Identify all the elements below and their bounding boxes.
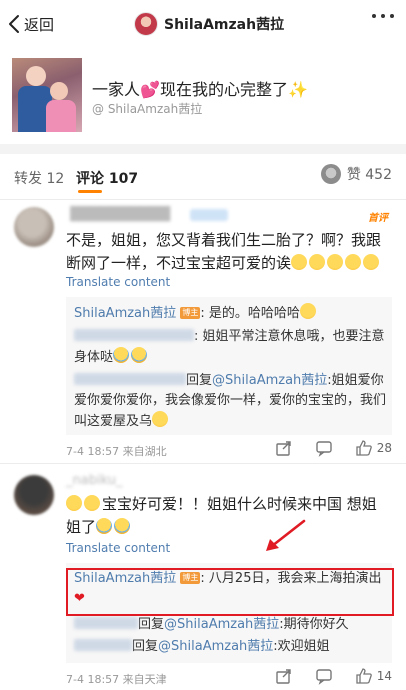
comment-tabs: 转发 12 评论 107 赞 452 — [0, 154, 406, 200]
share-icon — [276, 669, 291, 684]
comment-icon — [316, 669, 332, 685]
reply-author-blurred[interactable] — [74, 617, 138, 629]
post-card[interactable]: 一家人💕现在我的心完整了✨ @ ShilaAmzah茜拉 — [0, 48, 406, 144]
heart-eyes-emoji-icon — [84, 495, 100, 511]
cry-emoji-icon — [96, 518, 113, 534]
post-author: @ ShilaAmzah茜拉 — [92, 102, 203, 116]
share-button[interactable] — [275, 439, 293, 457]
reply-button[interactable] — [315, 667, 333, 685]
reply-item[interactable]: ShilaAmzah茜拉 博主: 是的。哈哈哈哈 — [74, 303, 388, 324]
laugh-emoji-icon — [309, 254, 326, 270]
reply-author-blurred[interactable] — [74, 329, 194, 341]
annotation-arrow-icon — [266, 519, 306, 551]
cry-emoji-icon — [113, 347, 130, 363]
post-text-prefix: 一家人 — [92, 80, 141, 99]
nav-profile[interactable]: ShilaAmzah茜拉 — [134, 10, 284, 38]
thumbs-up-icon — [356, 440, 372, 456]
comment-actions: 14 — [275, 667, 392, 685]
mention-link[interactable]: @ShilaAmzah茜拉 — [212, 373, 327, 388]
post-text: 一家人💕现在我的心完整了✨ — [92, 76, 308, 100]
post-thumbnail[interactable] — [12, 58, 82, 132]
heart-icon: 💕 — [140, 80, 160, 99]
back-label: 返回 — [24, 15, 55, 34]
translate-link[interactable]: Translate content — [66, 541, 170, 555]
reply-item[interactable]: 回复@ShilaAmzah茜拉:期待你好久 — [74, 615, 388, 635]
comment-text: 不是，姐姐，您又背着我们生二胎了？啊？我跟断网了一样，不过宝宝超可爱的诶 — [66, 231, 382, 272]
reply-item[interactable]: 回复@ShilaAmzah茜拉:欢迎姐姐 — [74, 637, 388, 657]
back-button[interactable]: 返回 — [8, 10, 54, 38]
translate-link[interactable]: Translate content — [66, 275, 170, 289]
laugh-emoji-icon — [327, 254, 344, 270]
mention-link[interactable]: @ShilaAmzah茜拉 — [164, 617, 279, 632]
post-text-middle: 现在我的心完整了 — [159, 80, 288, 99]
avatar[interactable] — [134, 12, 158, 36]
share-icon — [276, 441, 291, 456]
sparkles-icon: ✨ — [287, 80, 308, 99]
section-divider — [0, 144, 406, 154]
reply-thread[interactable]: ShilaAmzah茜拉 博主: 是的。哈哈哈哈 : 姐姐平常注意休息哦，也要注… — [66, 297, 392, 435]
avatar[interactable] — [14, 207, 54, 247]
cry-emoji-icon — [114, 518, 131, 534]
like-button[interactable]: 28 — [355, 439, 392, 457]
laugh-emoji-icon — [345, 254, 362, 270]
reply-item[interactable]: 回复@ShilaAmzah茜拉:姐姐爱你爱你爱你爱你，我会像爱你一样，爱你的宝宝… — [74, 371, 388, 432]
tab-comments[interactable]: 评论 107 — [76, 168, 138, 188]
more-options-icon[interactable] — [372, 14, 394, 18]
commenter-name-blurred[interactable]: ██████████ — [66, 207, 170, 222]
comment-text: 宝宝好可爱！！姐姐什么时候来中国 想姐姐了 — [66, 495, 377, 536]
reply-author-blurred[interactable] — [74, 639, 132, 651]
heart-eyes-emoji-icon — [66, 495, 82, 511]
laugh-emoji-icon — [299, 303, 316, 319]
reply-button[interactable] — [315, 439, 333, 457]
comment-item[interactable]: ██████████ 首评 不是，姐姐，您又背着我们生二胎了？啊？我跟断网了一样… — [0, 201, 406, 464]
first-comment-badge: 首评 — [368, 213, 388, 224]
tab-forward[interactable]: 转发 12 — [14, 168, 64, 188]
laugh-emoji-icon — [363, 254, 380, 270]
laugh-emoji-icon — [152, 411, 169, 427]
reply-item[interactable]: : 姐姐平常注意休息哦，也要注意身体哒 — [74, 327, 388, 368]
like-button[interactable]: 14 — [355, 667, 392, 685]
comment-meta: 7-4 18:57 来自湖北 — [66, 445, 167, 458]
liker-avatar — [320, 164, 341, 184]
comment-meta: 7-4 18:57 来自天津 — [66, 673, 167, 686]
chevron-left-icon — [9, 15, 19, 33]
tab-active-indicator — [78, 190, 102, 193]
commenter-badge-blurred — [190, 209, 228, 221]
cry-emoji-icon — [131, 347, 148, 363]
laugh-emoji-icon — [291, 254, 308, 270]
annotation-highlight-box — [66, 568, 394, 616]
page-title: ShilaAmzah茜拉 — [164, 17, 285, 33]
author-badge: 博主 — [180, 307, 201, 319]
comment-actions: 28 — [275, 439, 392, 457]
thumbs-up-icon — [356, 668, 372, 684]
reply-author-blurred[interactable] — [74, 373, 186, 385]
commenter-name-blurred[interactable]: _nabiku_ — [66, 473, 122, 488]
like-count: 14 — [376, 669, 392, 683]
mention-link[interactable]: @ShilaAmzah茜拉 — [158, 639, 273, 654]
avatar[interactable] — [14, 475, 54, 515]
nav-bar: 返回 ShilaAmzah茜拉 — [0, 0, 406, 48]
comment-icon — [316, 441, 332, 457]
like-count: 28 — [376, 441, 392, 455]
reply-author[interactable]: ShilaAmzah茜拉 — [74, 306, 176, 321]
share-button[interactable] — [275, 667, 293, 685]
tab-likes[interactable]: 赞 452 — [320, 164, 392, 184]
